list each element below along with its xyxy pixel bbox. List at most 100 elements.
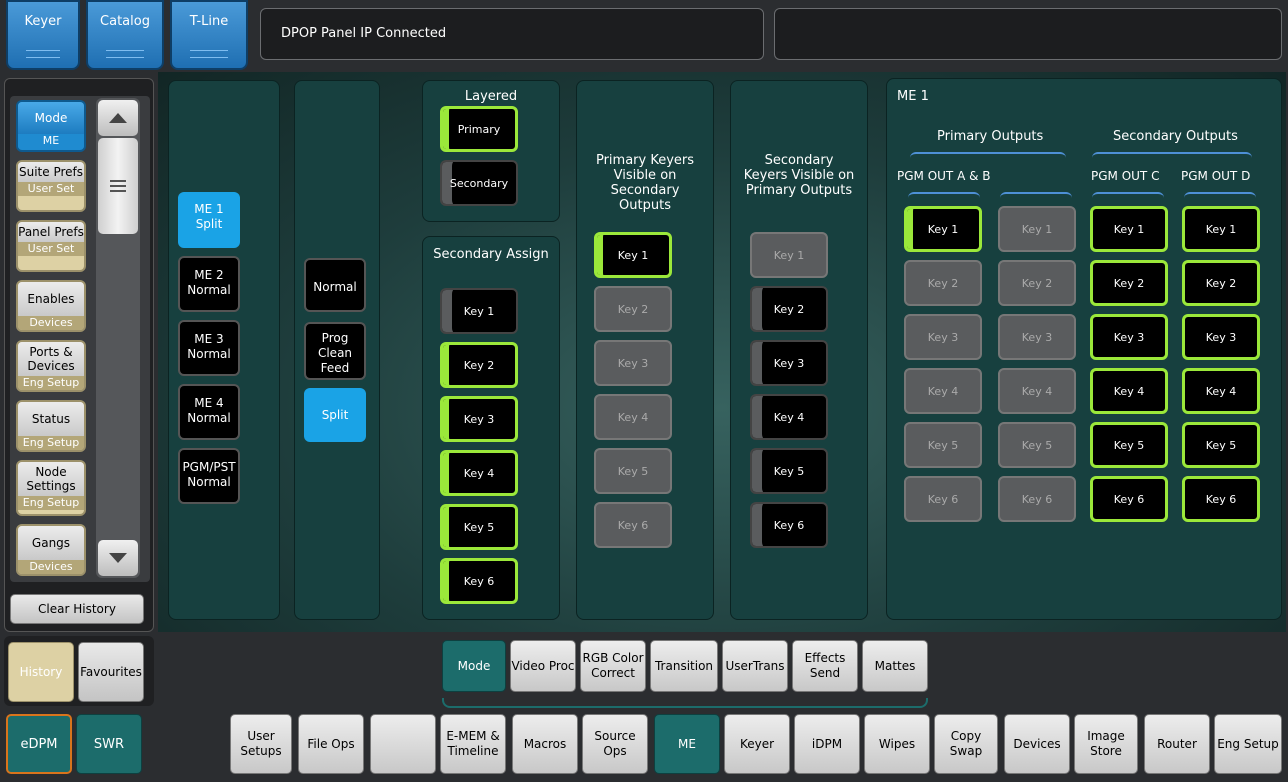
- nav-eng-setup[interactable]: Eng Setup: [1214, 714, 1282, 774]
- pgm-b-key4[interactable]: Key 4: [998, 368, 1076, 414]
- pgm-a-key6[interactable]: Key 6: [904, 476, 982, 522]
- layered-secondary-button[interactable]: Secondary: [440, 160, 518, 206]
- subtab-mode[interactable]: Mode: [442, 640, 506, 692]
- sidebar-item-sub: User Set: [18, 182, 84, 196]
- favourites-button[interactable]: Favourites: [78, 642, 144, 702]
- pgm-b-key6[interactable]: Key 6: [998, 476, 1076, 522]
- sidebar-item-sub: User Set: [18, 242, 84, 256]
- history-button[interactable]: History: [8, 642, 74, 702]
- sidebar-item-node-settings[interactable]: Node Settings Eng Setup: [16, 460, 86, 516]
- me1-split-button[interactable]: ME 1 Split: [178, 192, 240, 248]
- pgm-c-key6[interactable]: Key 6: [1090, 476, 1168, 522]
- primary-visible-key1[interactable]: Key 1: [594, 232, 672, 278]
- pgm-a-key5[interactable]: Key 5: [904, 422, 982, 468]
- primary-visible-key2[interactable]: Key 2: [594, 286, 672, 332]
- secondary-visible-key1[interactable]: Key 1: [750, 232, 828, 278]
- pgm-d-key4[interactable]: Key 4: [1182, 368, 1260, 414]
- nav-blank[interactable]: [370, 714, 436, 774]
- subtab-effects-send[interactable]: Effects Send: [792, 640, 858, 692]
- me4-normal-button[interactable]: ME 4 Normal: [178, 384, 240, 440]
- secondary-assign-key1[interactable]: Key 1: [440, 288, 518, 334]
- edpm-button[interactable]: eDPM: [6, 714, 72, 774]
- pgm-b-key1[interactable]: Key 1: [998, 206, 1076, 252]
- nav-router[interactable]: Router: [1144, 714, 1210, 774]
- pgm-c-key2[interactable]: Key 2: [1090, 260, 1168, 306]
- secondary-visible-key2[interactable]: Key 2: [750, 286, 828, 332]
- sidebar-item-ports-devices[interactable]: Ports & Devices Eng Setup: [16, 340, 86, 392]
- pgm-c-key1[interactable]: Key 1: [1090, 206, 1168, 252]
- secondary-assign-key6[interactable]: Key 6: [440, 558, 518, 604]
- nav-macros[interactable]: Macros: [512, 714, 578, 774]
- subtab-transition[interactable]: Transition: [650, 640, 718, 692]
- subtab-usertrans[interactable]: UserTrans: [722, 640, 788, 692]
- swr-button[interactable]: SWR: [76, 714, 142, 774]
- nav-devices[interactable]: Devices: [1004, 714, 1070, 774]
- tab-keyer[interactable]: Keyer: [6, 0, 80, 70]
- tab-tline[interactable]: T-Line: [170, 0, 248, 70]
- pgm-b-key3[interactable]: Key 3: [998, 314, 1076, 360]
- secondary-visible-key3[interactable]: Key 3: [750, 340, 828, 386]
- mode-split-button[interactable]: Split: [304, 388, 366, 442]
- secondary-visible-key5[interactable]: Key 5: [750, 448, 828, 494]
- nav-source-ops[interactable]: Source Ops: [582, 714, 648, 774]
- nav-me[interactable]: ME: [654, 714, 720, 774]
- secondary-visible-key4[interactable]: Key 4: [750, 394, 828, 440]
- layered-primary-button[interactable]: Primary: [440, 106, 518, 152]
- nav-user-setups[interactable]: User Setups: [230, 714, 292, 774]
- pgm-d-key6[interactable]: Key 6: [1182, 476, 1260, 522]
- mode-normal-button[interactable]: Normal: [304, 258, 366, 312]
- secondary-assign-key5[interactable]: Key 5: [440, 504, 518, 550]
- scroll-down-button[interactable]: [98, 540, 138, 576]
- sidebar-item-panel-prefs[interactable]: Panel Prefs User Set: [16, 220, 86, 272]
- pgm-c-key4[interactable]: Key 4: [1090, 368, 1168, 414]
- sidebar-item-status[interactable]: Status Eng Setup: [16, 400, 86, 452]
- sidebar-item-sub: Eng Setup: [18, 436, 84, 450]
- pgm-b-key2[interactable]: Key 2: [998, 260, 1076, 306]
- subtab-rgb-color-correct[interactable]: RGB Color Correct: [580, 640, 646, 692]
- mode-prog-clean-feed-button[interactable]: Prog Clean Feed: [304, 322, 366, 380]
- pgm-a-key1[interactable]: Key 1: [904, 206, 982, 252]
- pgm-a-key2[interactable]: Key 2: [904, 260, 982, 306]
- pgm-a-key3[interactable]: Key 3: [904, 314, 982, 360]
- sidebar-item-label: Status: [18, 402, 84, 436]
- primary-outputs-label: Primary Outputs: [937, 129, 1044, 144]
- pgm-d-key3[interactable]: Key 3: [1182, 314, 1260, 360]
- pgm-d-key2[interactable]: Key 2: [1182, 260, 1260, 306]
- pgm-pst-normal-button[interactable]: PGM/PST Normal: [178, 448, 240, 504]
- me2-normal-button[interactable]: ME 2 Normal: [178, 256, 240, 312]
- clear-history-button[interactable]: Clear History: [10, 594, 144, 624]
- nav-idpm[interactable]: iDPM: [794, 714, 860, 774]
- secondary-assign-key2[interactable]: Key 2: [440, 342, 518, 388]
- nav-keyer[interactable]: Keyer: [724, 714, 790, 774]
- sidebar-item-mode[interactable]: Mode ME: [16, 100, 86, 152]
- nav-copy-swap[interactable]: Copy Swap: [934, 714, 998, 774]
- secondary-assign-key4[interactable]: Key 4: [440, 450, 518, 496]
- subtab-mattes[interactable]: Mattes: [862, 640, 928, 692]
- primary-visible-key6[interactable]: Key 6: [594, 502, 672, 548]
- pgm-c-key5[interactable]: Key 5: [1090, 422, 1168, 468]
- sidebar-item-suite-prefs[interactable]: Suite Prefs User Set: [16, 160, 86, 212]
- scroll-up-button[interactable]: [98, 100, 138, 136]
- sidebar-item-enables[interactable]: Enables Devices: [16, 280, 86, 332]
- primary-visible-key3[interactable]: Key 3: [594, 340, 672, 386]
- sidebar-item-label: Ports & Devices: [18, 342, 84, 376]
- nav-wipes[interactable]: Wipes: [864, 714, 930, 774]
- pgm-b-key5[interactable]: Key 5: [998, 422, 1076, 468]
- primary-visible-key4[interactable]: Key 4: [594, 394, 672, 440]
- pgm-d-key5[interactable]: Key 5: [1182, 422, 1260, 468]
- subtab-bracket: [442, 698, 928, 708]
- nav-image-store[interactable]: Image Store: [1074, 714, 1138, 774]
- subtab-video-proc[interactable]: Video Proc: [510, 640, 576, 692]
- sidebar-item-gangs[interactable]: Gangs Devices: [16, 524, 86, 576]
- scroll-thumb[interactable]: [98, 138, 138, 234]
- tab-catalog[interactable]: Catalog: [86, 0, 164, 70]
- pgm-c-key3[interactable]: Key 3: [1090, 314, 1168, 360]
- primary-visible-key5[interactable]: Key 5: [594, 448, 672, 494]
- secondary-visible-key6[interactable]: Key 6: [750, 502, 828, 548]
- pgm-a-key4[interactable]: Key 4: [904, 368, 982, 414]
- pgm-d-key1[interactable]: Key 1: [1182, 206, 1260, 252]
- nav-file-ops[interactable]: File Ops: [298, 714, 364, 774]
- nav-emem-timeline[interactable]: E-MEM & Timeline: [440, 714, 506, 774]
- secondary-assign-key3[interactable]: Key 3: [440, 396, 518, 442]
- me3-normal-button[interactable]: ME 3 Normal: [178, 320, 240, 376]
